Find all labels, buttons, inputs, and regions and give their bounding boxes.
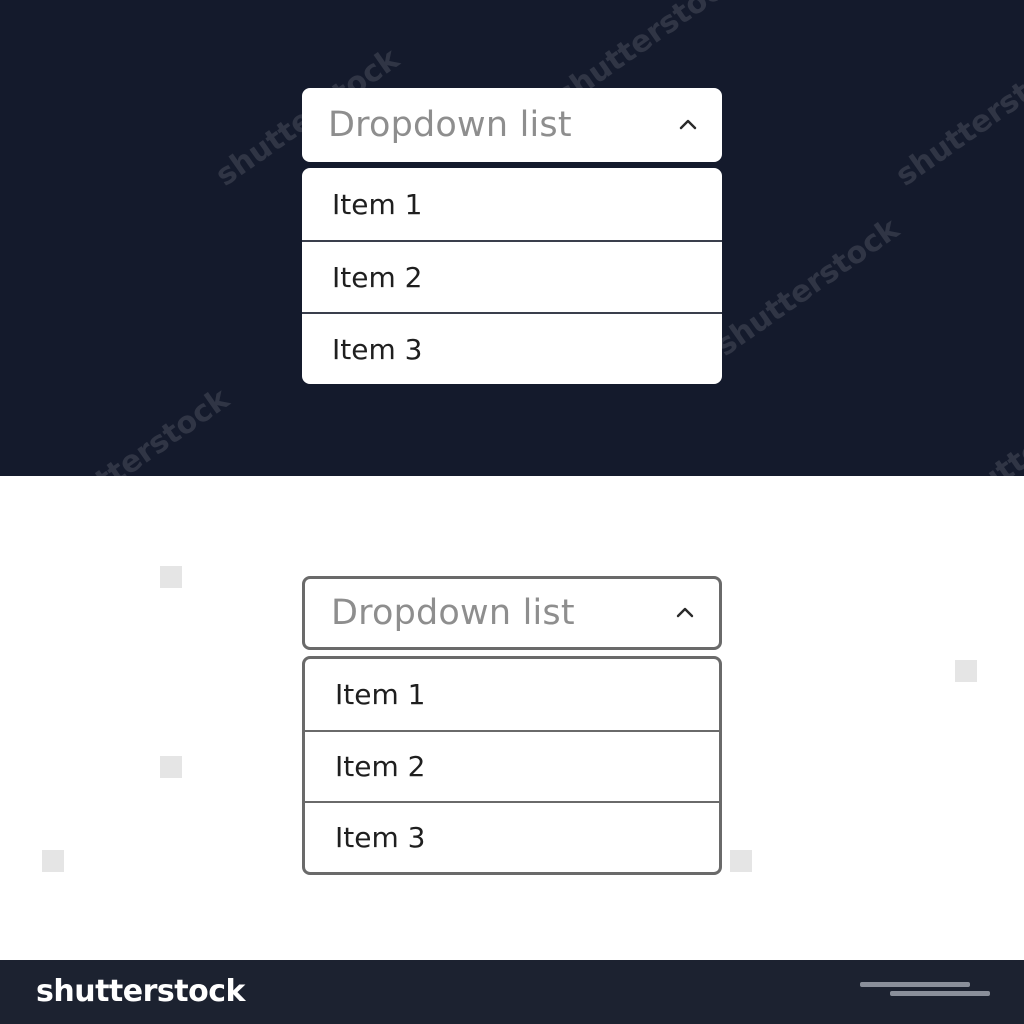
watermark-mark [160,566,182,588]
watermark-mark [160,756,182,778]
dropdown-dark: Dropdown list Item 1 Item 2 Item 3 [302,88,722,384]
watermark-mark [955,660,977,682]
watermark-mark [730,850,752,872]
dropdown-item[interactable]: Item 1 [305,659,719,730]
dropdown-label: Dropdown list [331,593,575,633]
dropdown-menu: Item 1 Item 2 Item 3 [302,656,722,875]
brand-logo: shutterstock [36,974,245,1009]
dropdown-item[interactable]: Item 1 [302,168,722,240]
chevron-up-icon[interactable] [676,113,700,137]
dropdown-menu: Item 1 Item 2 Item 3 [302,168,722,384]
dropdown-item[interactable]: Item 2 [302,240,722,312]
dropdown-item[interactable]: Item 2 [305,730,719,801]
dropdown-toggle[interactable]: Dropdown list [302,88,722,162]
dropdown-label: Dropdown list [328,105,572,145]
dropdown-light: Dropdown list Item 1 Item 2 Item 3 [302,576,722,875]
dropdown-toggle[interactable]: Dropdown list [302,576,722,650]
watermark-mark [42,850,64,872]
dropdown-item[interactable]: Item 3 [305,801,719,872]
footer-meta [860,978,990,1000]
chevron-up-icon[interactable] [673,601,697,625]
dropdown-item[interactable]: Item 3 [302,312,722,384]
